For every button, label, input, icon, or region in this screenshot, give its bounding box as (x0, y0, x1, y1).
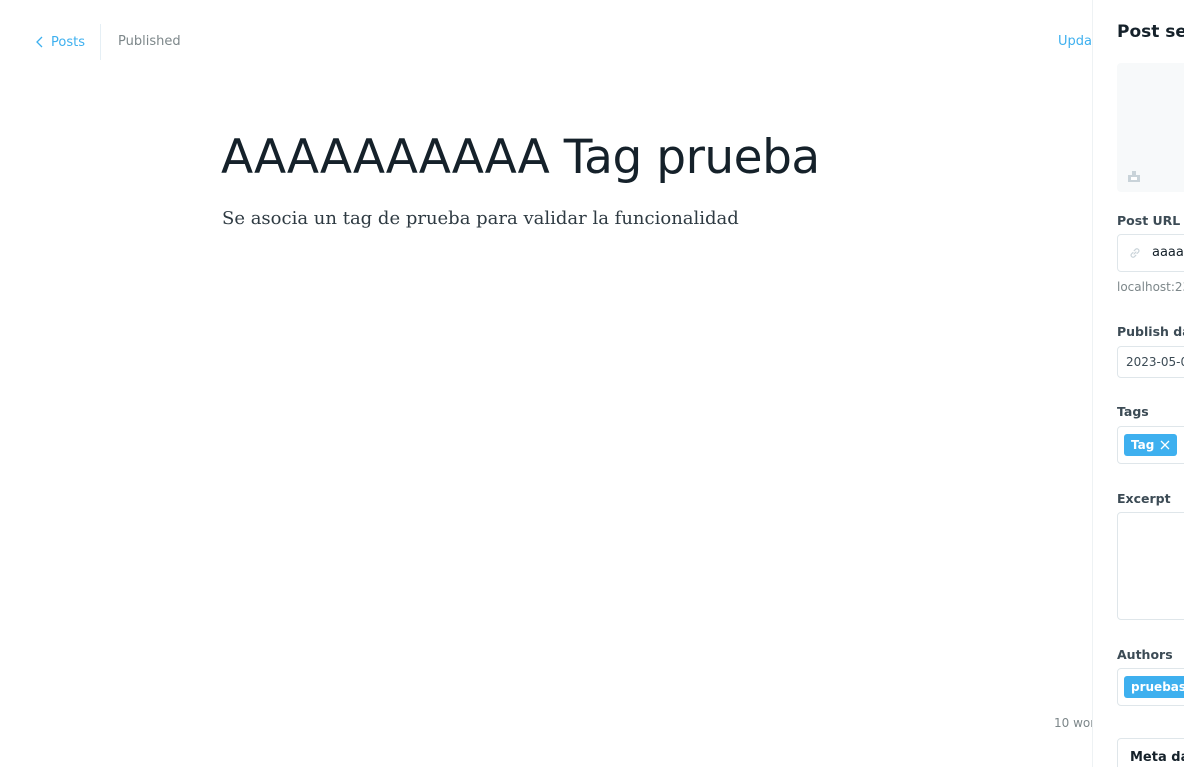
publish-date-input[interactable] (1126, 347, 1184, 377)
tag-token[interactable]: Tag (1124, 434, 1178, 456)
post-settings-title: Post settings (1117, 22, 1184, 42)
image-upload-icon (1128, 171, 1140, 182)
close-icon[interactable] (1160, 440, 1170, 450)
tag-token-label: Tag (1131, 438, 1155, 452)
tags-field[interactable]: Tag (1117, 426, 1184, 464)
excerpt-label: Excerpt (1117, 491, 1171, 506)
author-token[interactable]: pruebas a (1124, 676, 1184, 698)
post-body[interactable]: Se asocia un tag de prueba para validar … (222, 208, 739, 229)
post-url-label: Post URL (1117, 213, 1181, 228)
excerpt-textarea[interactable] (1117, 512, 1184, 620)
header-divider (100, 24, 101, 60)
chevron-left-icon (36, 36, 43, 48)
post-settings-panel: Post settings Post URL localhost:2368/aa… (1092, 0, 1184, 767)
post-url-input[interactable] (1152, 235, 1184, 271)
author-token-label: pruebas a (1131, 680, 1184, 694)
authors-field[interactable]: pruebas a (1117, 668, 1184, 706)
meta-data-button[interactable]: Meta data (1117, 738, 1184, 767)
tags-label: Tags (1117, 404, 1149, 419)
editor-header: Posts Published Update (0, 0, 1105, 84)
post-title[interactable]: AAAAAAAAAA Tag prueba (221, 130, 820, 185)
publish-date-field (1117, 346, 1184, 378)
post-url-field (1117, 234, 1184, 272)
link-icon (1130, 248, 1140, 258)
feature-image-uploader[interactable] (1117, 63, 1184, 192)
authors-label: Authors (1117, 647, 1173, 662)
post-url-hint: localhost:2368/aaaaaaaaaa-tag-prueba/ (1117, 280, 1184, 294)
post-status: Published (118, 34, 181, 49)
publish-date-label: Publish date (1117, 324, 1184, 339)
posts-back-label: Posts (51, 34, 85, 50)
posts-back-link[interactable]: Posts (35, 33, 85, 51)
